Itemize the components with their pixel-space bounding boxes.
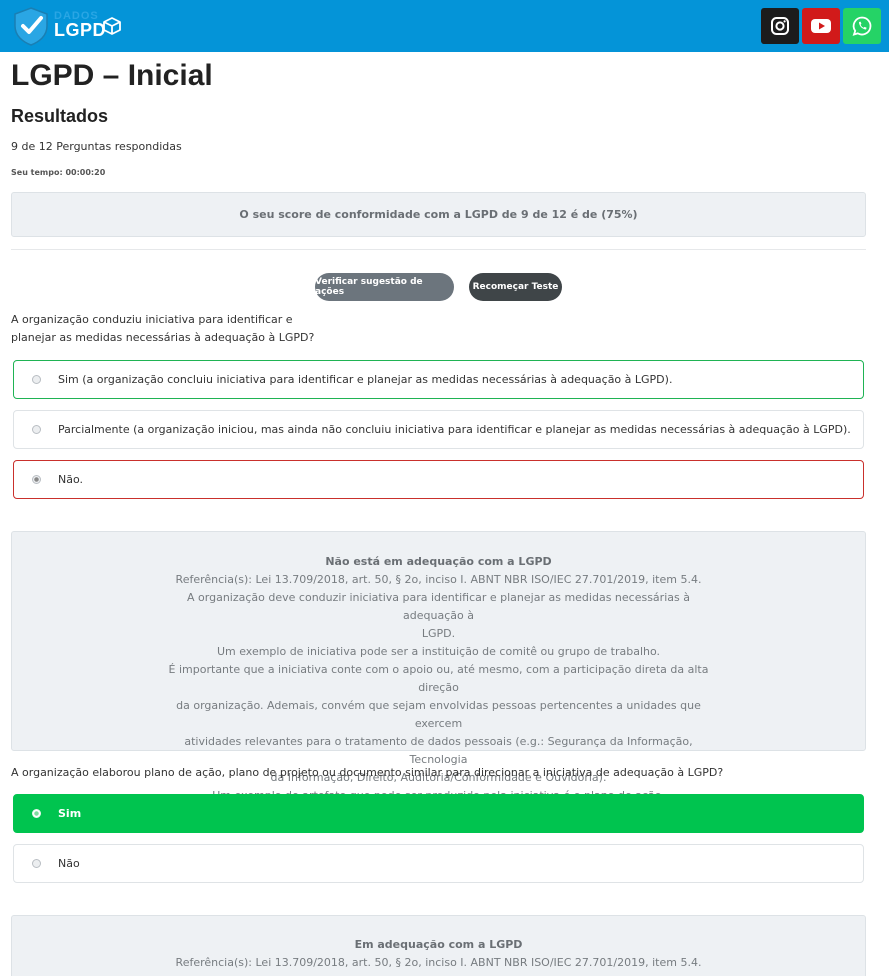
feedback-box: Em adequação com a LGPD Referência(s): L… [11,915,866,976]
feedback-line: Referência(s): Lei 13.709/2018, art. 50,… [175,573,702,586]
youtube-button[interactable] [802,8,840,44]
top-bar: DADOS LGPD [0,0,889,52]
feedback-line: LGPD. [421,627,456,640]
question-line: A organização elaborou plano de ação, pl… [11,766,724,779]
feedback-box: Não está em adequação com a LGPD Referên… [11,531,866,802]
cube-icon [103,17,121,35]
question-1-text: A organização conduziu iniciativa para i… [11,311,314,347]
feedback-line: Um exemplo de iniciativa pode ser a inst… [216,645,661,658]
answer-option[interactable]: Não. [13,460,864,499]
elapsed-time: Seu tempo: 00:00:20 [11,168,106,177]
logo[interactable]: DADOS LGPD [12,6,124,46]
radio-button[interactable] [32,859,41,868]
logo-bottom-text: LGPD [54,20,107,40]
radio-button[interactable] [32,425,41,434]
feedback-line: da organização. Ademais, convém que seja… [176,699,701,730]
answered-count: 9 de 12 Perguntas respondidas [11,140,182,153]
instagram-button[interactable] [761,8,799,44]
question-line: A organização conduziu iniciativa para i… [11,313,293,326]
feedback-line: Referência(s): Lei 13.709/2018, art. 50,… [175,956,702,969]
youtube-icon [811,19,831,33]
restart-test-button[interactable]: Recomeçar Teste [469,273,562,301]
question-line: planejar as medidas necessárias à adequa… [11,331,315,344]
instagram-icon [771,17,789,35]
answer-label: Não [58,857,80,870]
page-title: LGPD – Inicial [11,59,213,92]
answer-option[interactable]: Não [13,844,864,883]
score-box: O seu score de conformidade com a LGPD d… [11,192,866,237]
whatsapp-button[interactable] [843,8,881,44]
radio-button[interactable] [32,809,41,818]
answer-label: Não. [58,473,84,486]
answer-label: Sim (a organização concluiu iniciativa p… [58,373,673,386]
question-2-text: A organização elaborou plano de ação, pl… [11,764,723,782]
answer-option[interactable]: Sim (a organização concluiu iniciativa p… [13,360,864,399]
results-title: Resultados [11,106,109,126]
answer-option[interactable]: Parcialmente (a organização iniciou, mas… [13,410,864,449]
feedback-line: A organização deve conduzir iniciativa p… [187,591,690,622]
score-text: O seu score de conformidade com a LGPD d… [239,208,638,221]
divider [11,249,866,250]
feedback-title: Em adequação com a LGPD [354,938,523,951]
feedback-line: É importante que a iniciativa conte com … [168,663,709,694]
answer-label: Parcialmente (a organização iniciou, mas… [58,423,851,436]
answer-label: Sim [58,807,82,820]
radio-button[interactable] [32,375,41,384]
whatsapp-icon [852,16,872,36]
shield-check-icon [14,7,48,46]
radio-button[interactable] [32,475,41,484]
suggest-actions-button[interactable]: Verificar sugestão de ações [315,273,454,301]
answer-option[interactable]: Sim [13,794,864,833]
feedback-title: Não está em adequação com a LGPD [325,555,552,568]
